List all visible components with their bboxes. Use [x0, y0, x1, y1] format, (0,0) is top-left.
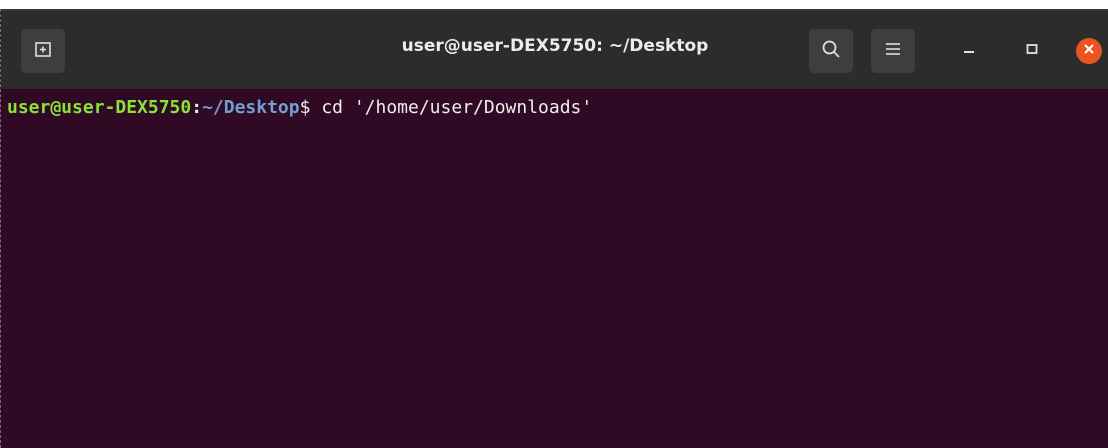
prompt-dollar: $: [299, 97, 322, 118]
search-icon: [821, 39, 841, 64]
maximize-button[interactable]: [1012, 31, 1052, 71]
prompt-user-host: user@user-DEX5750: [7, 97, 192, 118]
command-text: cd '/home/user/Downloads': [321, 97, 593, 118]
menu-button[interactable]: [871, 29, 915, 73]
close-button-circle[interactable]: [1076, 38, 1102, 64]
minimize-icon: [962, 42, 976, 61]
title-bar[interactable]: user@user-DEX5750: ~/Desktop: [1, 9, 1108, 89]
terminal-output[interactable]: user@user-DEX5750:~/Desktop$ cd '/home/u…: [7, 89, 1108, 448]
minimize-button[interactable]: [949, 31, 989, 71]
terminal-line: user@user-DEX5750:~/Desktop$ cd '/home/u…: [7, 95, 1108, 121]
search-button[interactable]: [809, 29, 853, 73]
prompt-path: ~/Desktop: [202, 97, 300, 118]
close-button[interactable]: [1069, 31, 1108, 71]
prompt-colon: :: [191, 97, 203, 118]
title-bar-edge: [1, 9, 1108, 11]
maximize-icon: [1025, 42, 1039, 61]
hamburger-menu-icon: [885, 42, 901, 61]
new-tab-icon: [34, 40, 52, 63]
new-tab-button[interactable]: [21, 29, 65, 73]
window-title: user@user-DEX5750: ~/Desktop: [401, 36, 709, 56]
close-icon: [1083, 42, 1095, 60]
terminal-window: user@user-DEX5750: ~/Desktop user@user-D…: [0, 9, 1108, 448]
